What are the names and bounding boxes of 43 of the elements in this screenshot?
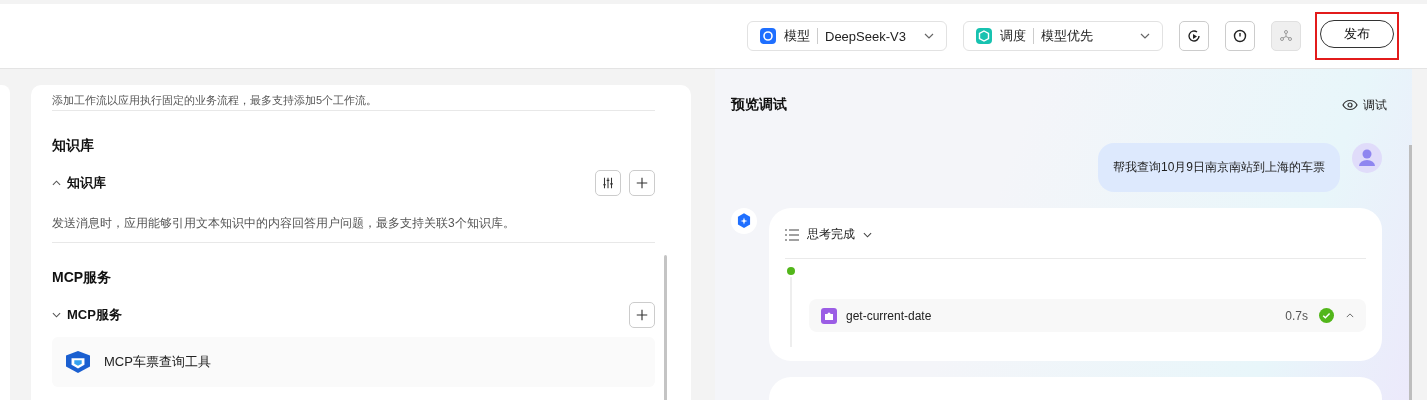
- clock-icon: [1232, 28, 1248, 44]
- sliders-icon: [601, 176, 615, 190]
- section-hint: 发送消息时，应用能够引用文本知识中的内容回答用户问题，最多支持关联3个知识库。: [52, 215, 516, 232]
- workflow-hint: 添加工作流以应用执行固定的业务流程，最多支持添加5个工作流。: [52, 93, 379, 108]
- chevron-up-icon: [1346, 313, 1354, 318]
- share-button[interactable]: [1271, 21, 1301, 51]
- model-icon: [760, 28, 776, 44]
- bot-icon: [731, 208, 757, 234]
- plus-icon: [635, 308, 649, 322]
- debug-button[interactable]: 调试: [1342, 96, 1387, 114]
- scrollbar[interactable]: [1409, 145, 1412, 400]
- play-cycle-icon: [1186, 28, 1202, 44]
- chevron-down-icon: [1140, 33, 1150, 39]
- tool-call[interactable]: get-current-date 0.7s: [809, 299, 1366, 332]
- chevron-down-icon: [52, 312, 61, 318]
- settings-button[interactable]: [595, 170, 621, 196]
- user-message: 帮我查询10月9日南京南站到上海的车票: [1097, 143, 1340, 192]
- list-icon: [785, 228, 799, 241]
- history-button[interactable]: [1225, 21, 1255, 51]
- add-button[interactable]: [629, 302, 655, 328]
- group-header[interactable]: 知识库: [52, 174, 106, 192]
- nodes-icon: [1278, 28, 1294, 44]
- schedule-select[interactable]: 调度 模型优先: [963, 21, 1163, 51]
- chevron-down-icon: [863, 231, 872, 238]
- section-title: MCP服务: [52, 268, 113, 287]
- refresh-play-button[interactable]: [1179, 21, 1209, 51]
- section-title: 知识库: [52, 136, 95, 155]
- cube-icon: [64, 350, 92, 374]
- chevron-down-icon: [924, 33, 934, 39]
- scrollbar[interactable]: [664, 255, 667, 400]
- panel-title: 预览调试: [731, 96, 787, 114]
- mcp-item[interactable]: MCP车票查询工具: [52, 337, 655, 387]
- chevron-up-icon: [52, 180, 61, 186]
- model-select[interactable]: 模型 DeepSeek-V3: [747, 21, 947, 51]
- puzzle-icon: [821, 307, 837, 324]
- group-header[interactable]: MCP服务: [52, 306, 122, 324]
- publish-button[interactable]: 发布: [1320, 20, 1394, 48]
- eye-icon: [1342, 99, 1358, 111]
- plus-icon: [635, 176, 649, 190]
- add-button[interactable]: [629, 170, 655, 196]
- avatar-icon: [1352, 143, 1382, 173]
- thinking-toggle[interactable]: 思考完成: [785, 226, 1366, 243]
- schedule-icon: [976, 28, 992, 44]
